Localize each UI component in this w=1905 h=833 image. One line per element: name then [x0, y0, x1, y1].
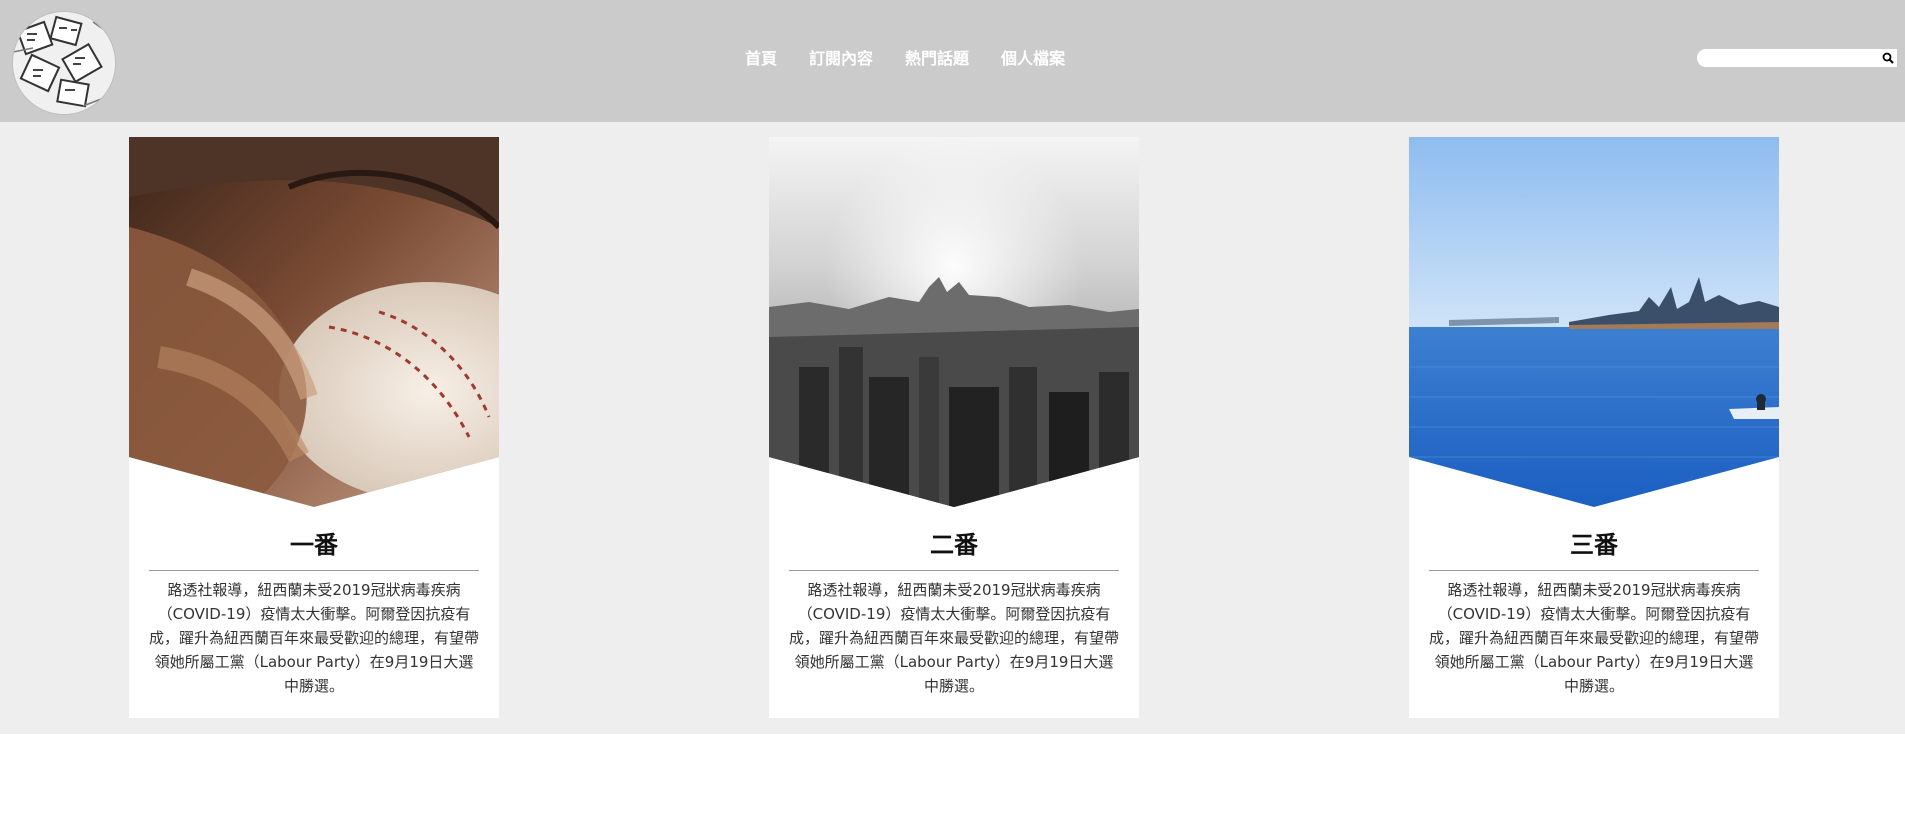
card-2: 二番 路透社報導，紐西蘭未受2019冠狀病毒疾病（COVID-19）疫情太大衝擊… — [769, 137, 1139, 718]
nav-subscriptions[interactable]: 訂閱內容 — [809, 48, 873, 70]
card-body: 路透社報導，紐西蘭未受2019冠狀病毒疾病（COVID-19）疫情太大衝擊。阿爾… — [789, 581, 1120, 695]
main-nav: 首頁 訂閱內容 熱門話題 個人檔案 — [745, 48, 1097, 70]
nav-home[interactable]: 首頁 — [745, 48, 777, 70]
nav-trending[interactable]: 熱門話題 — [905, 48, 969, 70]
card-title: 一番 — [290, 531, 338, 559]
site-header: 首頁 訂閱內容 熱門話題 個人檔案 — [0, 0, 1905, 122]
nav-profile[interactable]: 個人檔案 — [1001, 48, 1065, 70]
site-logo[interactable] — [13, 12, 115, 114]
card-divider — [1429, 570, 1759, 571]
comic-collage-logo-icon — [13, 12, 115, 114]
card-1: 一番 路透社報導，紐西蘭未受2019冠狀病毒疾病（COVID-19）疫情太大衝擊… — [129, 137, 499, 718]
card-divider — [149, 570, 479, 571]
card-section: 一番 路透社報導，紐西蘭未受2019冠狀病毒疾病（COVID-19）疫情太大衝擊… — [0, 122, 1905, 734]
card-title: 二番 — [930, 531, 978, 559]
card-body: 路透社報導，紐西蘭未受2019冠狀病毒疾病（COVID-19）疫情太大衝擊。阿爾… — [149, 581, 480, 695]
bay-skyline-photo — [1409, 137, 1779, 507]
search-input[interactable] — [1697, 49, 1879, 67]
card-body: 路透社報導，紐西蘭未受2019冠狀病毒疾病（COVID-19）疫情太大衝擊。阿爾… — [1429, 581, 1760, 695]
card-3: 三番 路透社報導，紐西蘭未受2019冠狀病毒疾病（COVID-19）疫情太大衝擊… — [1409, 137, 1779, 718]
baseball-glove-photo — [129, 137, 499, 507]
card-divider — [789, 570, 1119, 571]
city-skyline-bw-photo — [769, 137, 1139, 507]
search-icon[interactable] — [1879, 49, 1897, 67]
card-title: 三番 — [1570, 531, 1618, 559]
search-box — [1697, 49, 1897, 67]
